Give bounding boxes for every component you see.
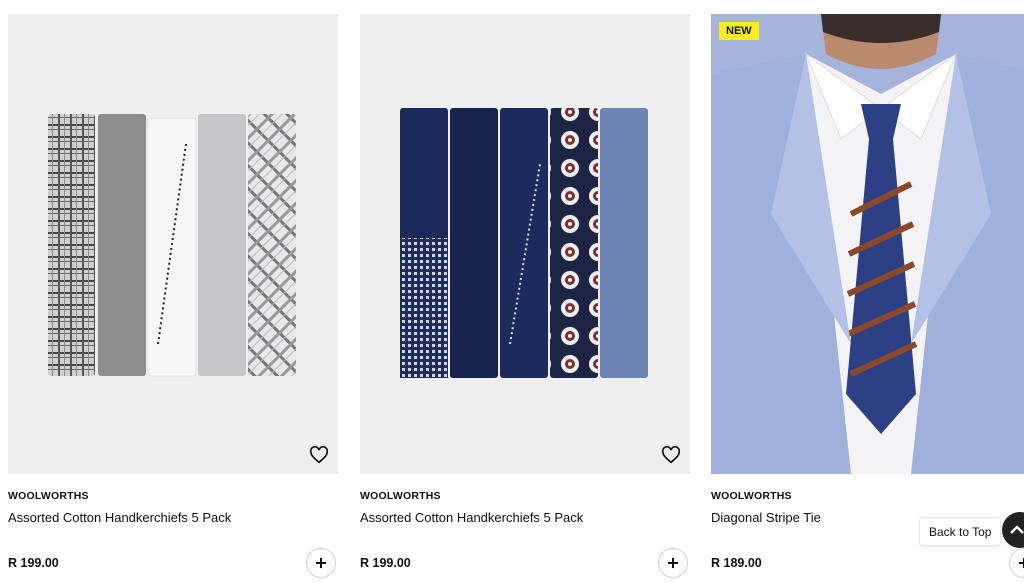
product-image[interactable]: NEW	[711, 14, 1024, 474]
product-price: R 199.00	[8, 556, 59, 570]
product-image[interactable]	[360, 14, 690, 474]
add-to-cart-button[interactable]	[306, 548, 336, 578]
plus-icon	[668, 558, 678, 568]
product-card[interactable]: WOOLWORTHS Assorted Cotton Handkerchiefs…	[8, 14, 338, 578]
add-to-cart-button[interactable]	[1009, 548, 1024, 578]
tie-model-image	[711, 14, 1024, 474]
new-badge: NEW	[719, 22, 759, 40]
product-brand: WOOLWORTHS	[8, 490, 89, 502]
product-price: R 199.00	[360, 556, 411, 570]
product-card[interactable]: WOOLWORTHS Assorted Cotton Handkerchiefs…	[360, 14, 690, 578]
grey-handkerchiefs-image	[48, 114, 296, 377]
wishlist-button[interactable]	[660, 444, 682, 466]
heart-icon	[309, 446, 329, 464]
product-name[interactable]: Diagonal Stripe Tie	[711, 510, 821, 525]
back-to-top-label[interactable]: Back to Top	[919, 517, 1002, 546]
back-to-top-button[interactable]	[1002, 512, 1024, 548]
chevron-up-icon	[1010, 525, 1024, 534]
add-to-cart-button[interactable]	[658, 548, 688, 578]
plus-icon	[1019, 558, 1024, 568]
heart-icon	[661, 446, 681, 464]
product-card[interactable]: NEW WOOLWORTHS Diagonal Stripe Tie R 189…	[711, 14, 1024, 578]
wishlist-button[interactable]	[308, 444, 330, 466]
product-price: R 189.00	[711, 556, 762, 570]
navy-handkerchiefs-image	[400, 108, 648, 378]
product-brand: WOOLWORTHS	[360, 490, 441, 502]
plus-icon	[316, 558, 326, 568]
product-brand: WOOLWORTHS	[711, 490, 792, 502]
product-image[interactable]	[8, 14, 338, 474]
product-name[interactable]: Assorted Cotton Handkerchiefs 5 Pack	[8, 510, 231, 525]
product-name[interactable]: Assorted Cotton Handkerchiefs 5 Pack	[360, 510, 583, 525]
